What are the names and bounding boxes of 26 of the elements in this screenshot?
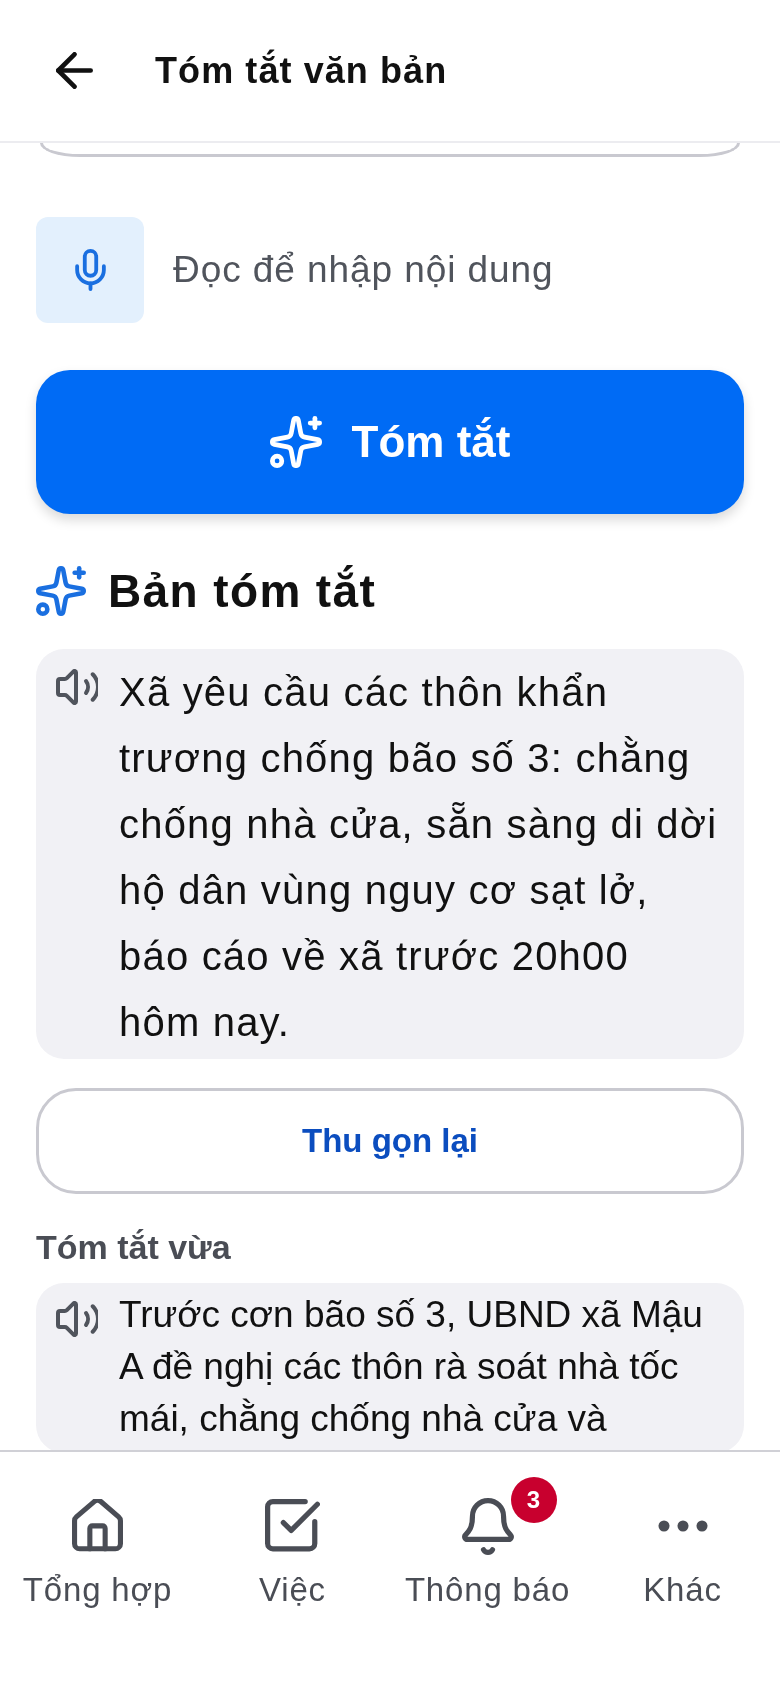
bell-icon [461, 1497, 514, 1555]
speaker-icon [56, 1301, 98, 1337]
notification-badge: 3 [510, 1477, 557, 1523]
nav-tab[interactable]: Tổng hợp [0, 1475, 195, 1610]
voice-input-hint: Đọc để nhập nội dung [173, 248, 554, 292]
sparkles-icon [36, 566, 86, 616]
summarize-button[interactable]: Tóm tắt [36, 370, 744, 514]
microphone-icon [74, 249, 106, 291]
recent-summary-text: Trước cơn bão số 3, UBND xã Mậu A đề nghị các thôn rà soát nhà tốc mái, chằng chống nhà cửa và [119, 1293, 704, 1441]
page-title: Tóm tắt văn bản [155, 48, 448, 93]
summary-text: Xã yêu cầu các thôn khẩn trương chống bão số 3: chằng chống nhà cửa, sẵn sàng di dời hộ dân vùng nguy cơ sạt lở, báo cáo về xã trước 20h00 hôm nay. [119, 669, 719, 1046]
sparkles-icon [269, 416, 322, 468]
read-aloud-button[interactable] [56, 669, 98, 705]
text-input-field[interactable] [40, 143, 740, 157]
checkbox-icon [265, 1498, 320, 1554]
mic-button[interactable] [36, 217, 144, 323]
collapse-button[interactable]: Thu gọn lại [36, 1088, 744, 1194]
nav-tab[interactable]: 3 Thông báo [390, 1475, 585, 1610]
more-dots-icon [657, 1520, 708, 1532]
nav-tab[interactable]: Khác [585, 1475, 780, 1610]
section-title: Bản tóm tắt [108, 565, 377, 617]
read-aloud-button[interactable] [56, 1301, 98, 1337]
nav-tab[interactable]: Việc [195, 1475, 390, 1610]
house-icon [72, 1498, 123, 1554]
speaker-icon [56, 669, 98, 705]
recent-section-title: Tóm tắt vừa [36, 1227, 232, 1267]
